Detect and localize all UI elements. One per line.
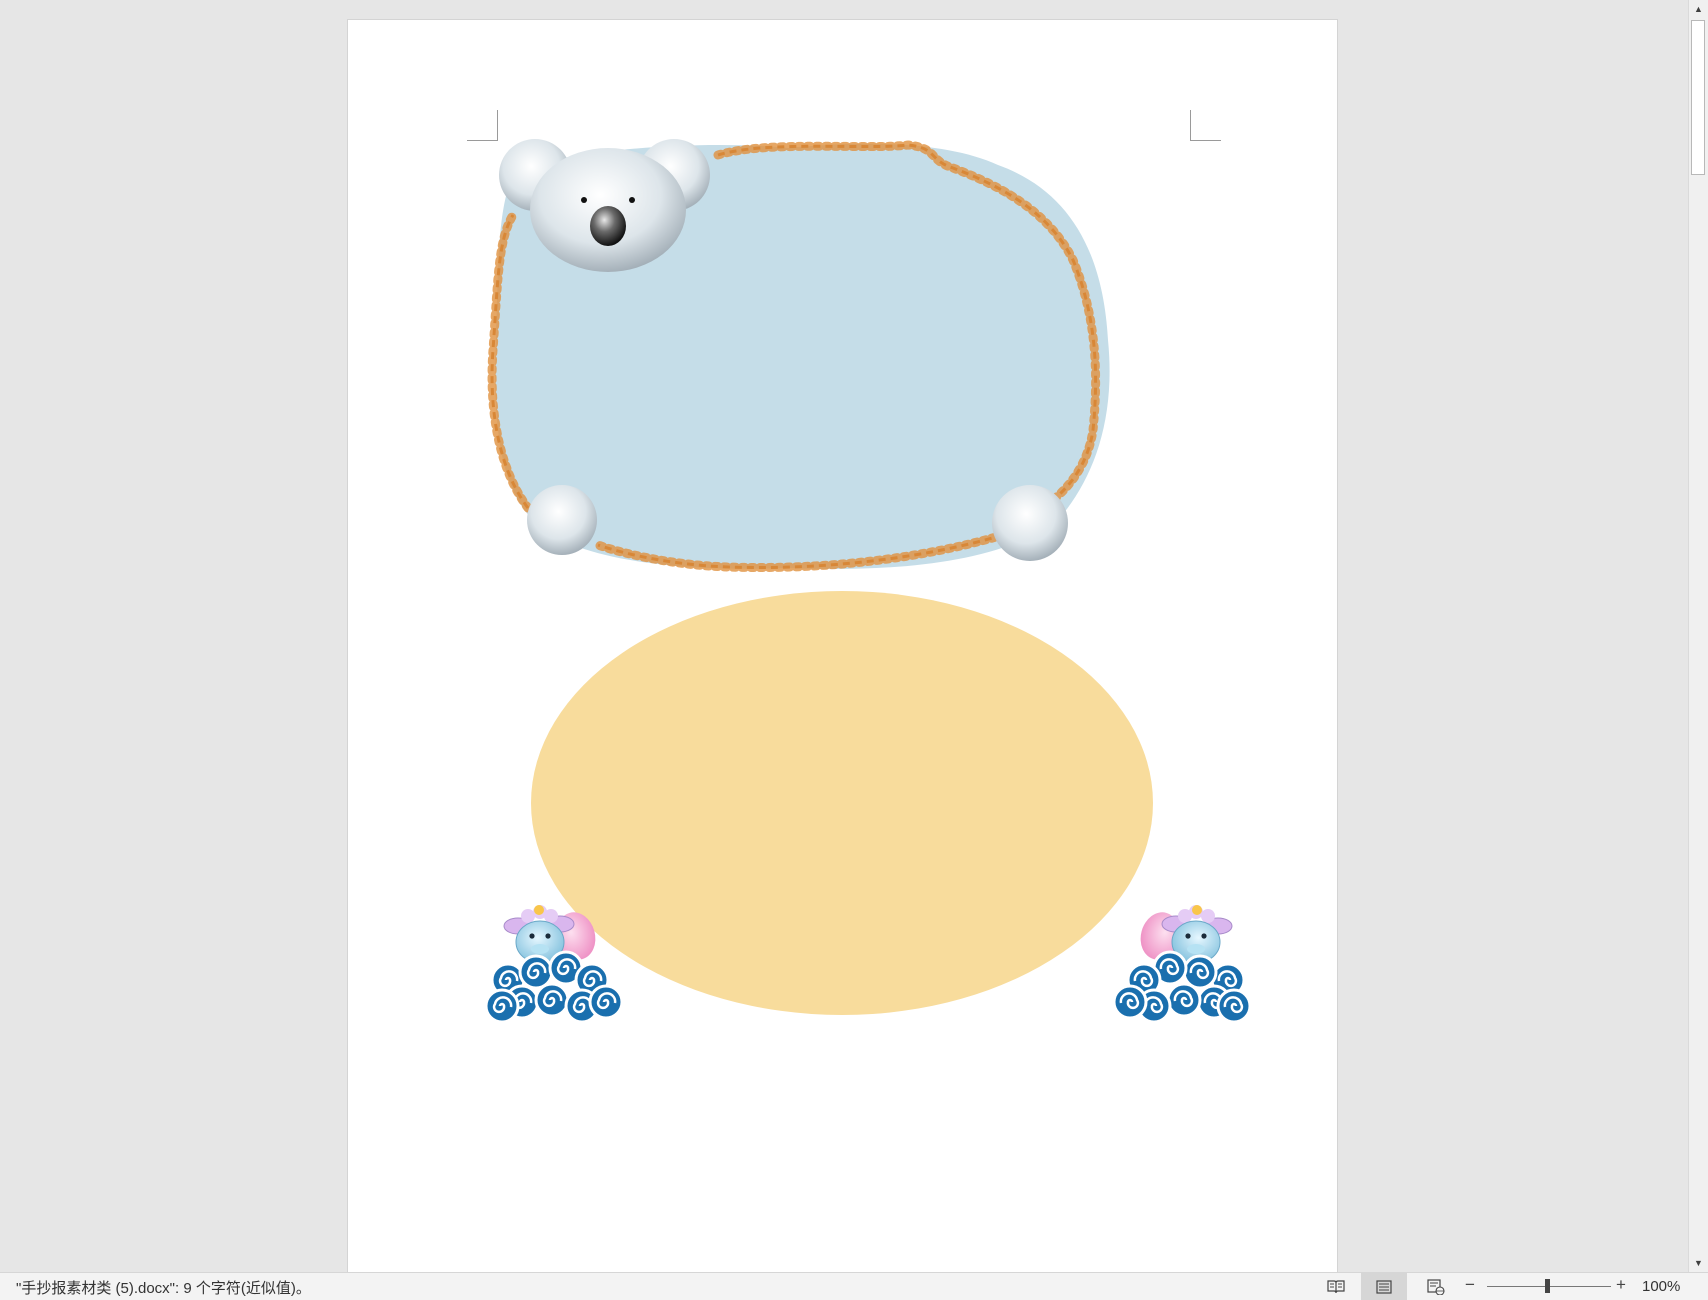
read-mode-icon [1327, 1279, 1345, 1293]
zoom-slider-thumb[interactable] [1545, 1279, 1550, 1293]
read-mode-button[interactable] [1313, 1273, 1359, 1300]
print-layout-button[interactable] [1361, 1273, 1407, 1300]
koala-right-paw [992, 485, 1068, 561]
oval-yellow-panel [531, 591, 1153, 1015]
print-layout-icon [1376, 1279, 1392, 1294]
koala-left-paw [527, 485, 597, 555]
zoom-out-button[interactable]: − [1465, 1275, 1475, 1295]
web-layout-button[interactable] [1413, 1273, 1459, 1300]
koala-frame-illustration [487, 139, 1110, 573]
web-layout-icon [1427, 1278, 1445, 1295]
sheep-clouds-right [1114, 905, 1250, 1022]
zoom-level[interactable]: 100% [1642, 1278, 1680, 1295]
document-page[interactable] [347, 19, 1338, 1272]
page-artwork [348, 139, 1339, 1273]
document-info-text: "手抄报素材类 (5).docx": 9 个字符(近似值)。 [16, 1280, 311, 1297]
document-workspace [0, 0, 1688, 1272]
scrollbar-thumb[interactable] [1691, 20, 1705, 175]
status-bar: "手抄报素材类 (5).docx": 9 个字符(近似值)。 − + 100% [0, 1272, 1708, 1300]
zoom-in-button[interactable]: + [1616, 1275, 1626, 1295]
koala-nose [590, 206, 626, 246]
scroll-up-arrow[interactable]: ▲ [1689, 0, 1708, 18]
scroll-down-arrow[interactable]: ▼ [1689, 1254, 1708, 1272]
vertical-scrollbar[interactable]: ▲ ▼ [1688, 0, 1708, 1272]
